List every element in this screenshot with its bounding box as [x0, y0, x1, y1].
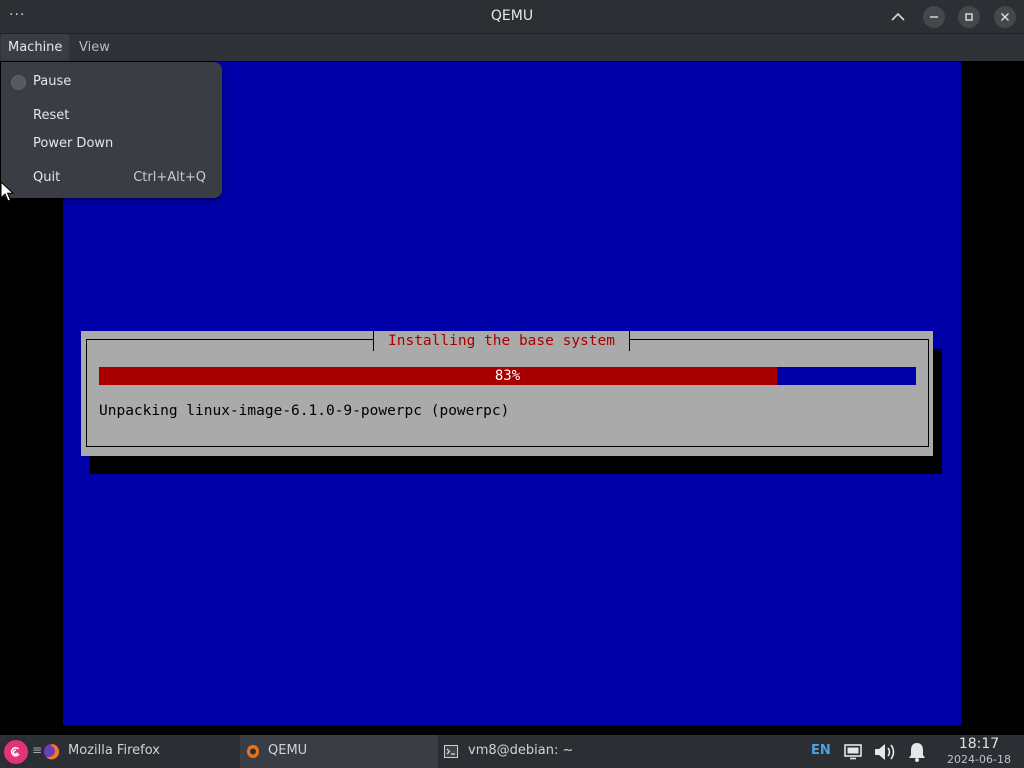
maximize-button[interactable] [958, 6, 980, 28]
task-label: vm8@debian: ~ [468, 743, 574, 758]
task-label: Mozilla Firefox [68, 743, 160, 758]
menu-item-label: Power Down [33, 136, 114, 151]
progress-percent-label: 83% [494, 368, 521, 384]
minimize-button[interactable] [923, 6, 945, 28]
dialog-frame [86, 339, 929, 447]
clock-time[interactable]: 18:17 [942, 736, 1016, 752]
keyboard-layout-indicator[interactable]: EN [811, 743, 831, 758]
menubar: Machine View [0, 34, 1024, 61]
window-title: QEMU [490, 8, 534, 24]
window-titlebar: ··· QEMU [0, 0, 1024, 34]
installer-dialog: Installing the base system 83% Unpacking… [81, 331, 933, 456]
firefox-icon [44, 744, 60, 760]
menu-item-power-down[interactable]: Power Down [1, 132, 222, 156]
notifications-bell-icon[interactable] [906, 741, 928, 763]
menu-view[interactable]: View [72, 34, 117, 61]
terminal-icon [444, 745, 458, 758]
task-label: QEMU [268, 743, 308, 758]
menu-item-quit[interactable]: Quit Ctrl+Alt+Q [1, 166, 222, 190]
menu-item-pause[interactable]: Pause [1, 70, 222, 94]
menu-item-label: Pause [33, 74, 72, 89]
pause-checkbox[interactable] [11, 75, 26, 90]
menu-item-shortcut: Ctrl+Alt+Q [133, 170, 206, 185]
mouse-cursor-icon [0, 181, 15, 202]
taskbar: ≡ Mozilla Firefox QEMU vm8@debian: ~ EN [0, 735, 1024, 768]
menu-item-reset[interactable]: Reset [1, 104, 222, 128]
menu-machine[interactable]: Machine [1, 34, 70, 61]
install-progress-bar: 83% [99, 367, 916, 385]
menu-item-label: Reset [33, 108, 70, 123]
volume-icon[interactable] [873, 742, 899, 762]
menu-item-label: Quit [33, 170, 61, 185]
collapse-icon[interactable] [887, 6, 909, 28]
close-button[interactable] [994, 6, 1016, 28]
network-icon[interactable] [844, 744, 862, 760]
qemu-icon [247, 745, 259, 758]
task-qemu[interactable]: QEMU [240, 735, 438, 768]
clock-date[interactable]: 2024-06-18 [942, 753, 1016, 766]
install-status-message: Unpacking linux-image-6.1.0-9-powerpc (p… [99, 403, 510, 419]
installer-dialog-title: Installing the base system [373, 331, 630, 351]
machine-menu-dropdown: Pause Reset Power Down Quit Ctrl+Alt+Q [1, 62, 222, 198]
task-terminal[interactable]: vm8@debian: ~ [440, 735, 640, 768]
debian-menu-icon[interactable] [4, 740, 28, 764]
task-firefox[interactable]: Mozilla Firefox [40, 735, 239, 768]
